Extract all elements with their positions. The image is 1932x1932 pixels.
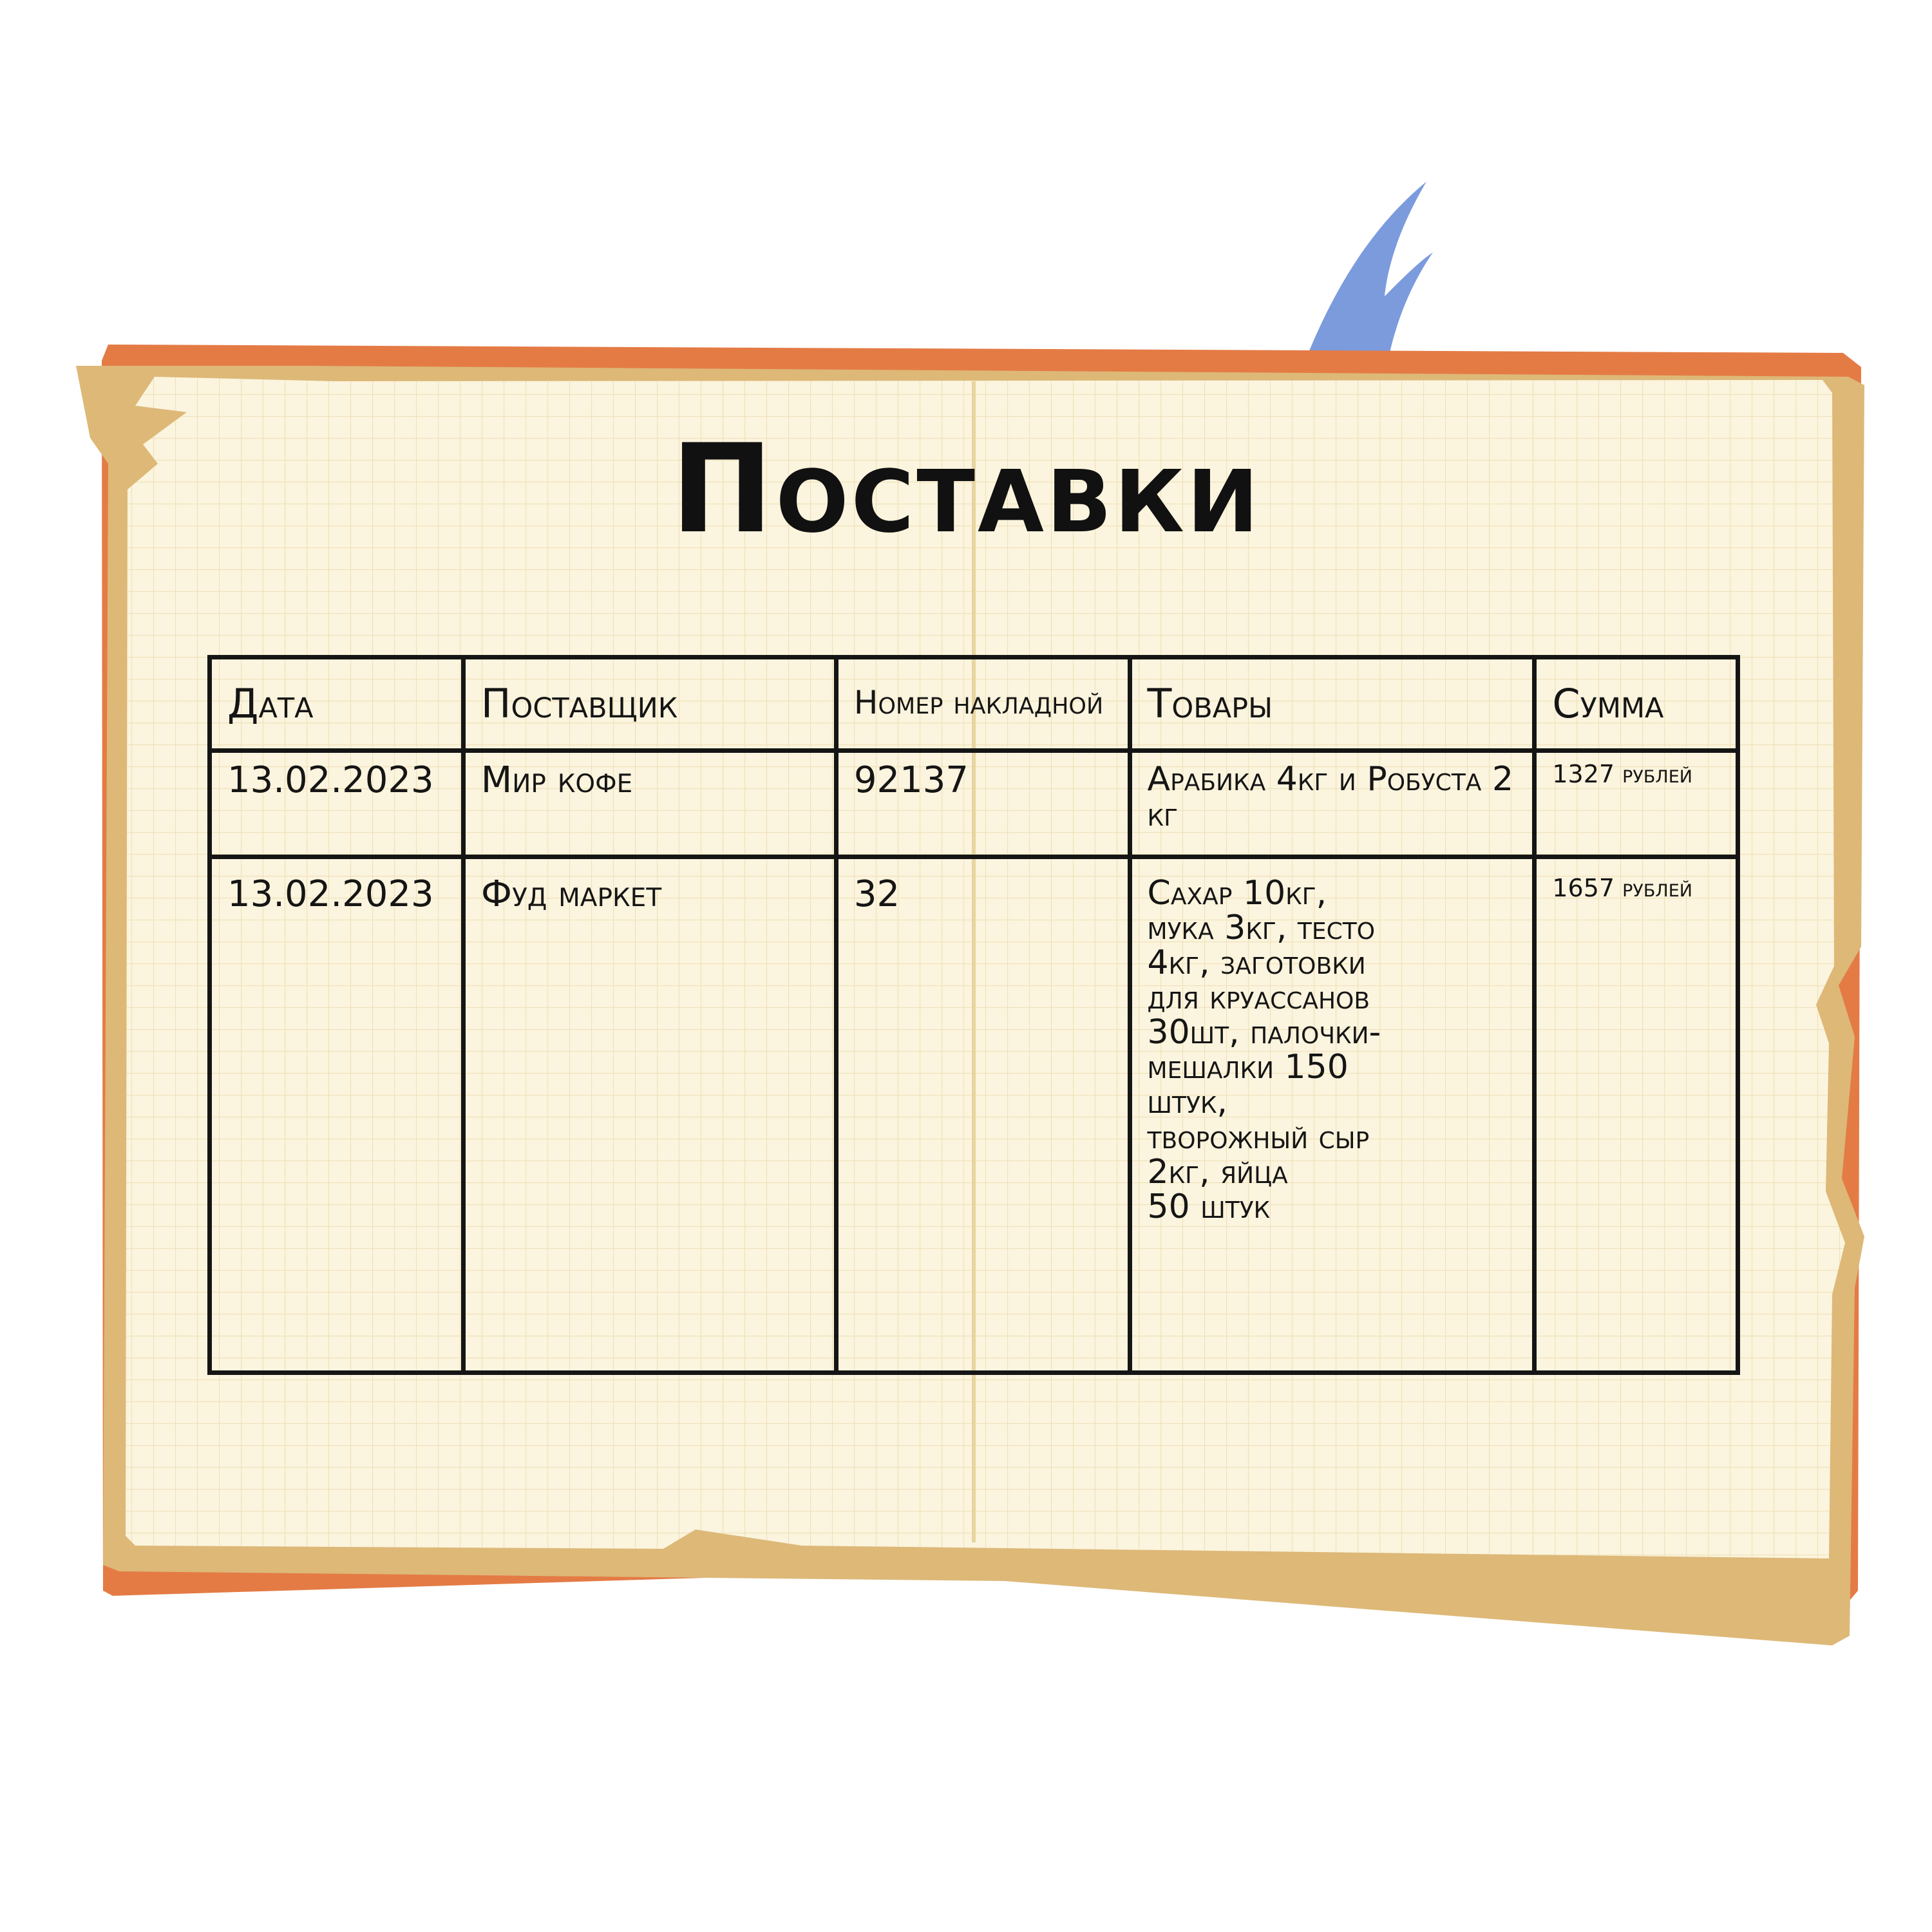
header-goods: Товары bbox=[1127, 655, 1537, 753]
table-header-row: Дата Поставщик Номер накладной Товары Су… bbox=[207, 655, 1740, 753]
header-supplier: Поставщик bbox=[460, 655, 838, 753]
cell-supplier: Фуд маркет bbox=[460, 855, 838, 1375]
cell-date: 13.02.2023 bbox=[207, 855, 466, 1375]
cell-sum: 1327 рублей bbox=[1532, 748, 1740, 859]
cell-supplier: Мир кофе bbox=[460, 748, 838, 859]
header-sum: Сумма bbox=[1532, 655, 1740, 753]
header-invoice: Номер накладной bbox=[833, 655, 1132, 753]
cell-date: 13.02.2023 bbox=[207, 748, 466, 859]
supplies-table: Дата Поставщик Номер накладной Товары Су… bbox=[207, 655, 1740, 1375]
table-row: 13.02.2023 Фуд маркет 32 Сахар 10кг, мук… bbox=[207, 855, 1740, 1375]
bookmark-ribbon bbox=[1298, 182, 1433, 380]
cell-goods: Сахар 10кг, мука 3кг, тесто 4кг, заготов… bbox=[1127, 855, 1537, 1375]
cell-goods: Арабика 4кг и Робуста 2 кг bbox=[1127, 748, 1537, 859]
cell-invoice: 32 bbox=[833, 855, 1132, 1375]
table-row: 13.02.2023 Мир кофе 92137 Арабика 4кг и … bbox=[207, 748, 1740, 859]
cell-invoice: 92137 bbox=[833, 748, 1132, 859]
page-title: Поставки bbox=[670, 418, 1262, 560]
header-date: Дата bbox=[207, 655, 466, 753]
cell-sum: 1657 рублей bbox=[1532, 855, 1740, 1375]
